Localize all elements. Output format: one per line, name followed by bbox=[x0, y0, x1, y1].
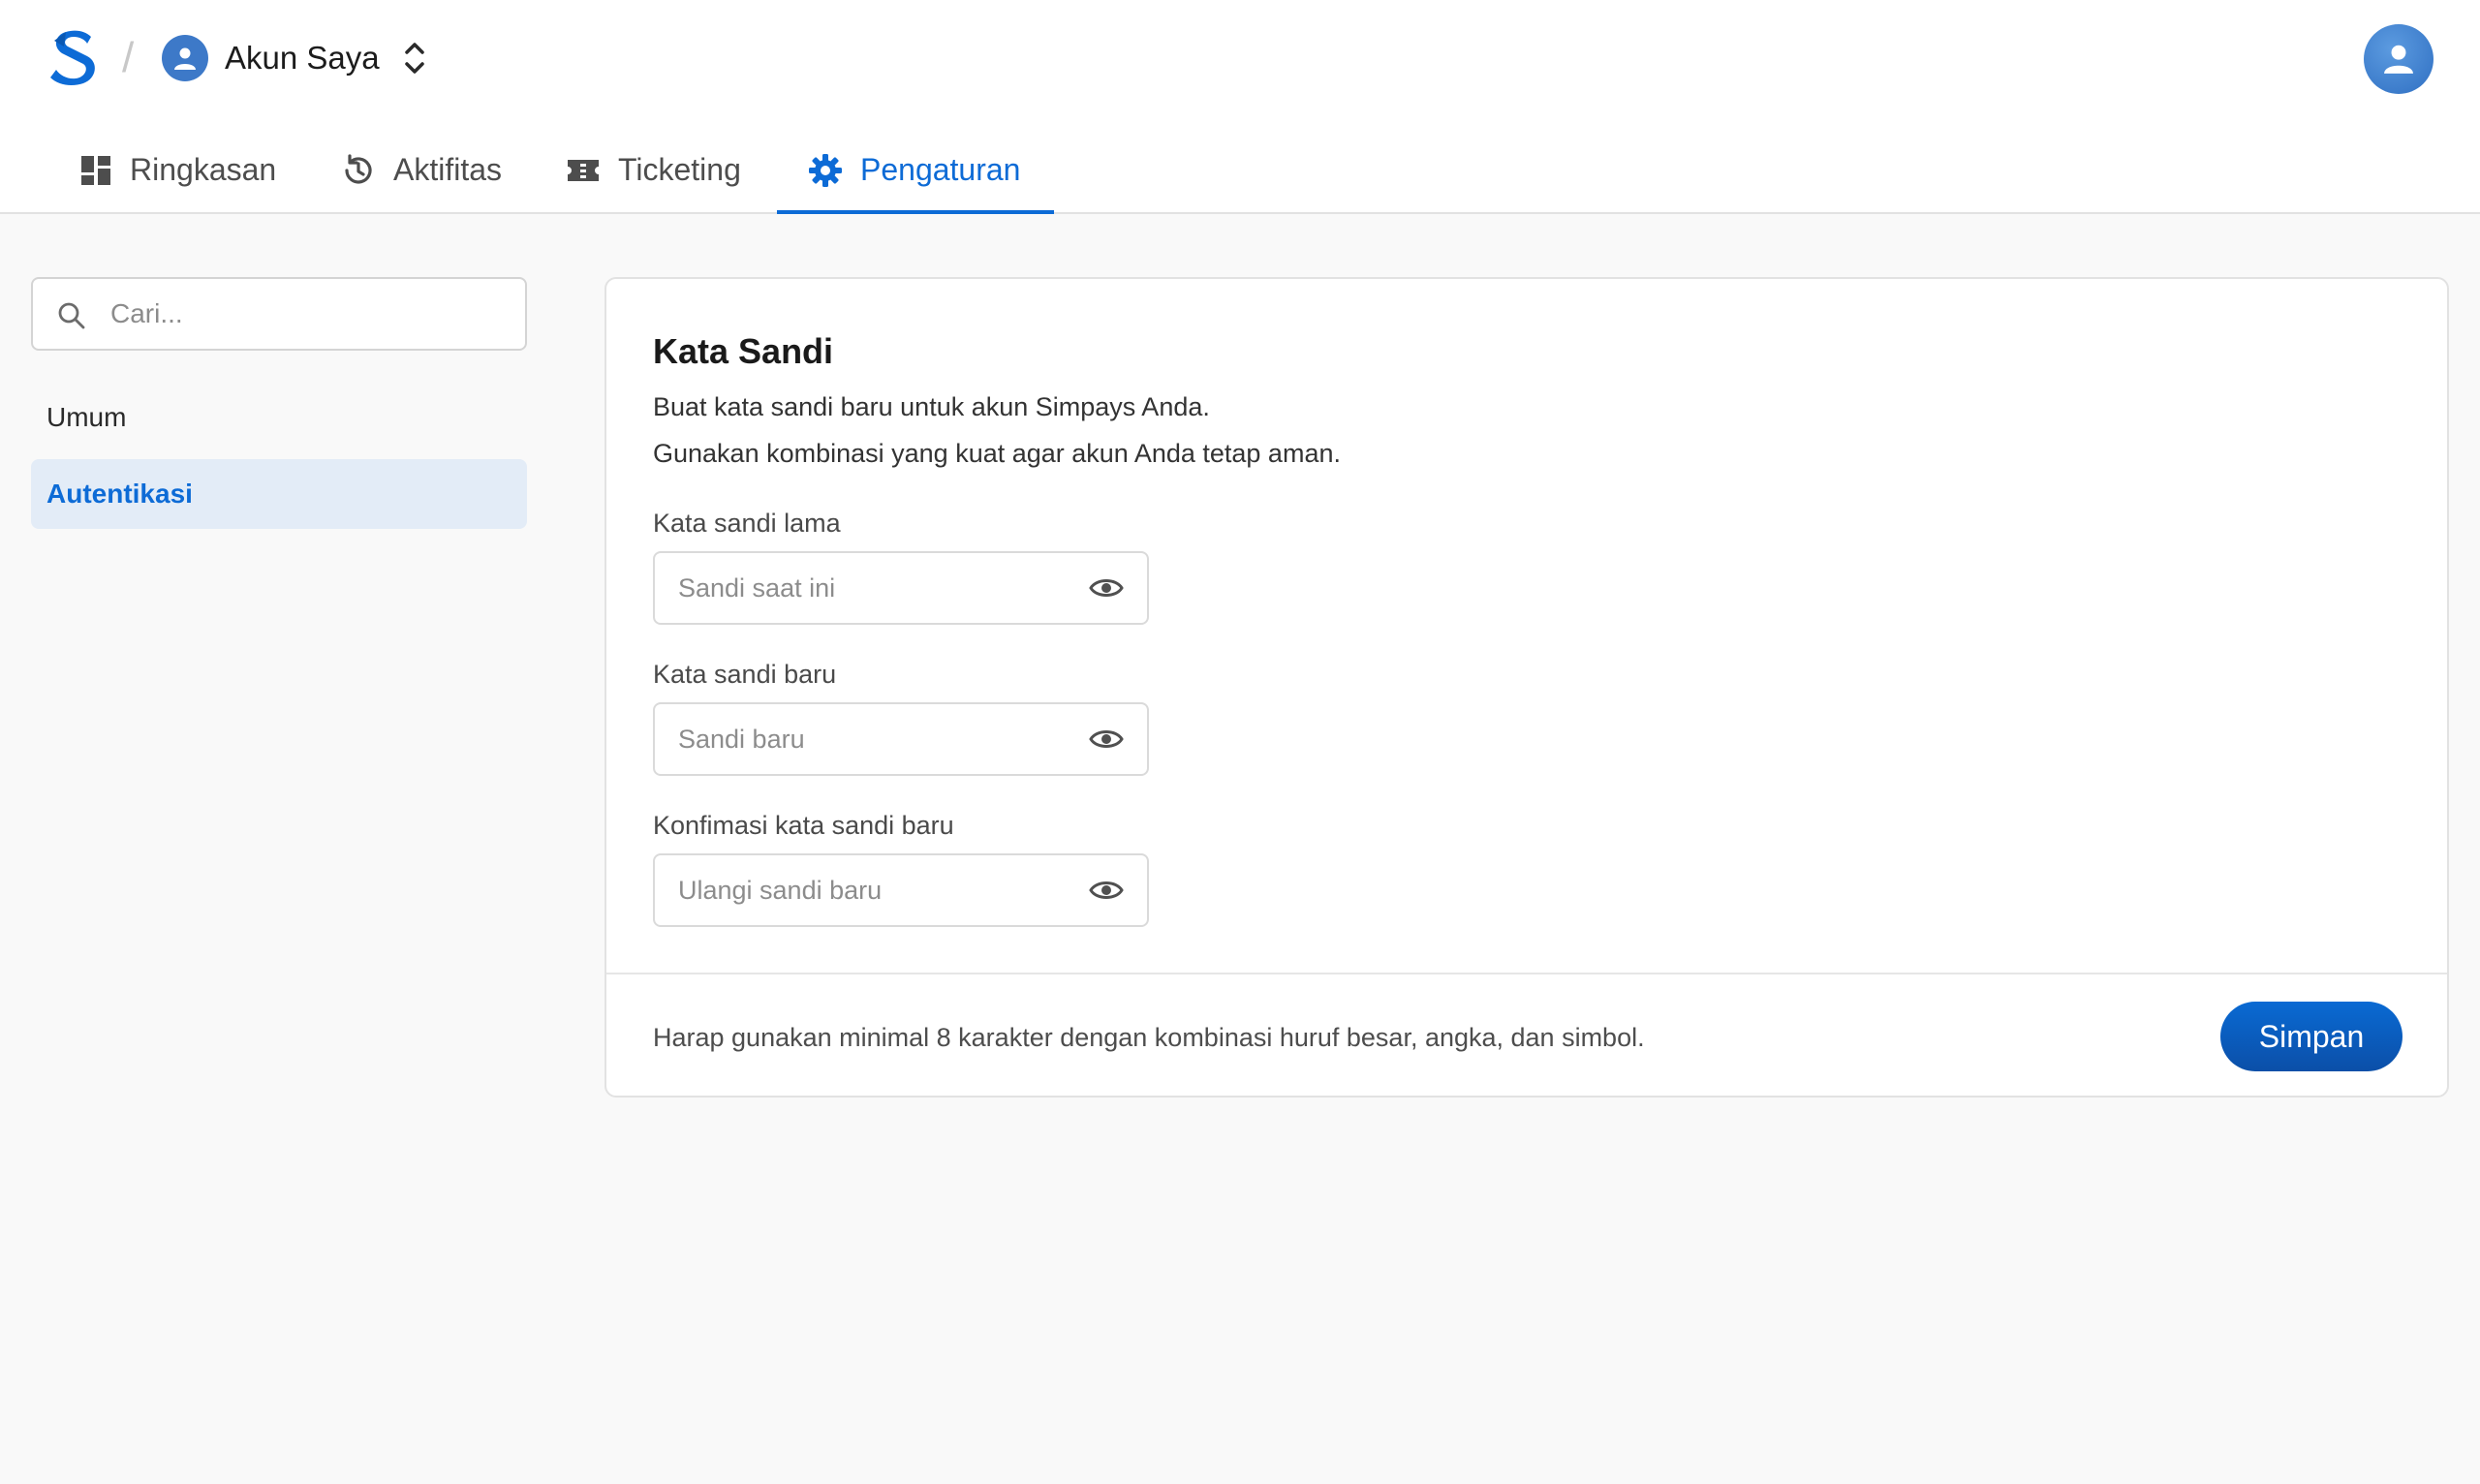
tab-label: Ticketing bbox=[618, 152, 741, 187]
sidebar-item-label: Autentikasi bbox=[46, 479, 193, 509]
confirm-password-input[interactable] bbox=[678, 867, 1066, 913]
user-icon bbox=[174, 47, 196, 70]
tab-pengaturan[interactable]: Pengaturan bbox=[808, 126, 1020, 214]
password-hint: Harap gunakan minimal 8 karakter dengan … bbox=[653, 1023, 1645, 1052]
card-description: Buat kata sandi baru untuk akun Simpays … bbox=[653, 392, 1210, 421]
confirm-password-label: Konfimasi kata sandi baru bbox=[653, 811, 954, 840]
user-avatar-button[interactable] bbox=[2364, 24, 2434, 94]
ticket-icon bbox=[568, 159, 599, 181]
dashboard-icon bbox=[81, 155, 110, 185]
history-icon bbox=[345, 153, 372, 184]
tab-ringkasan[interactable]: Ringkasan bbox=[79, 126, 276, 214]
tab-label: Pengaturan bbox=[860, 152, 1021, 187]
eye-icon[interactable] bbox=[1089, 572, 1124, 603]
settings-search bbox=[31, 277, 527, 351]
new-password-field bbox=[653, 702, 1149, 776]
search-input[interactable] bbox=[110, 291, 498, 337]
eye-icon[interactable] bbox=[1089, 724, 1124, 755]
old-password-input[interactable] bbox=[678, 565, 1066, 611]
card-title: Kata Sandi bbox=[653, 331, 834, 371]
sidebar-item-label: Umum bbox=[46, 402, 127, 432]
tab-aktifitas[interactable]: Aktifitas bbox=[341, 126, 502, 214]
card-divider bbox=[606, 973, 2447, 974]
search-icon bbox=[58, 302, 85, 329]
sidebar-item-umum[interactable]: Umum bbox=[31, 383, 527, 452]
sidebar-item-autentikasi[interactable]: Autentikasi bbox=[31, 459, 527, 529]
eye-icon[interactable] bbox=[1089, 875, 1124, 906]
old-password-label: Kata sandi lama bbox=[653, 509, 841, 538]
tab-label: Aktifitas bbox=[393, 152, 503, 187]
confirm-password-field bbox=[653, 853, 1149, 927]
save-button[interactable]: Simpan bbox=[2220, 1002, 2402, 1071]
simpays-logo[interactable] bbox=[46, 27, 101, 87]
account-avatar bbox=[162, 35, 208, 81]
user-icon bbox=[2384, 45, 2413, 74]
new-password-label: Kata sandi baru bbox=[653, 660, 837, 689]
top-header: / Akun Saya Ringkasan Aktifitas Ticketin… bbox=[0, 0, 2480, 214]
old-password-field bbox=[653, 551, 1149, 625]
tab-label: Ringkasan bbox=[130, 152, 277, 187]
gear-icon bbox=[809, 153, 842, 187]
card-description: Gunakan kombinasi yang kuat agar akun An… bbox=[653, 439, 1341, 468]
breadcrumb-separator: / bbox=[122, 34, 135, 81]
chevron-up-down-icon[interactable] bbox=[399, 37, 430, 79]
active-tab-indicator bbox=[777, 210, 1054, 214]
password-card: Kata Sandi Buat kata sandi baru untuk ak… bbox=[604, 277, 2449, 1098]
account-name[interactable]: Akun Saya bbox=[225, 39, 380, 77]
new-password-input[interactable] bbox=[678, 716, 1066, 762]
tab-ticketing[interactable]: Ticketing bbox=[566, 126, 741, 214]
